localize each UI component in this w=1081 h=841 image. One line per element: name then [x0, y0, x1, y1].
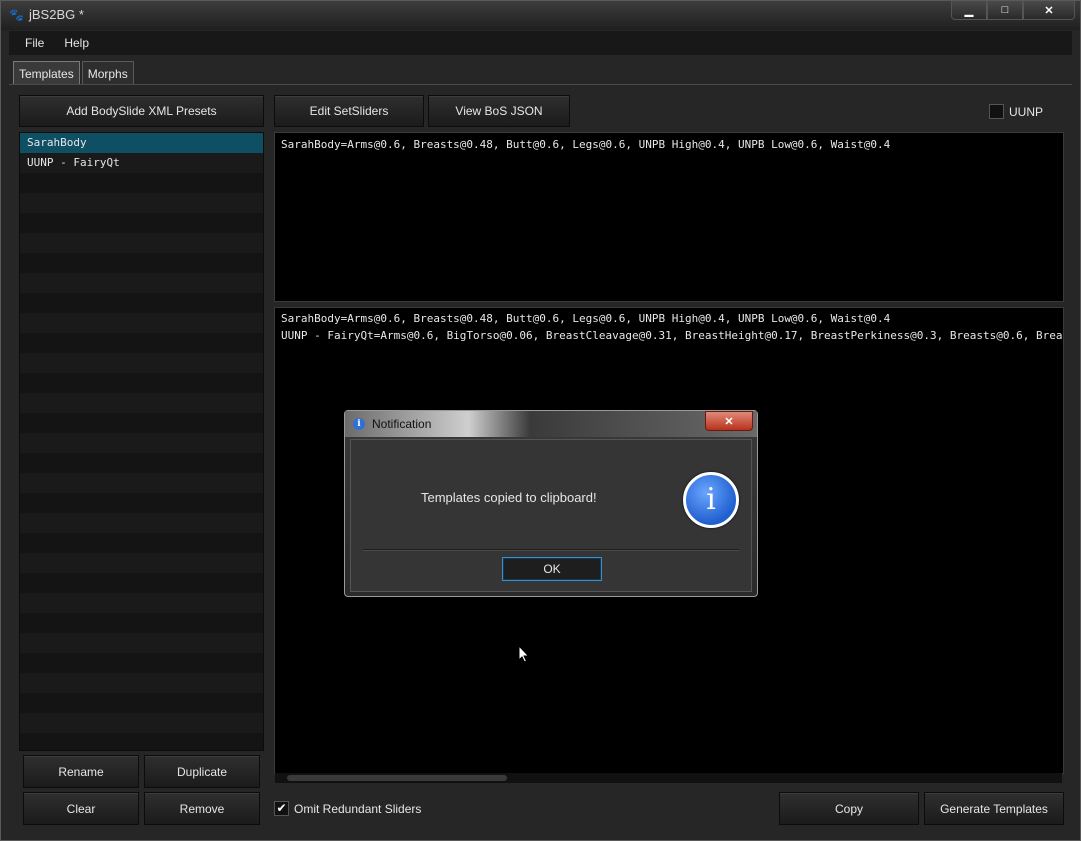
scrollbar-thumb[interactable] [287, 775, 507, 781]
list-empty-row [20, 333, 263, 353]
list-empty-row [20, 453, 263, 473]
list-empty-row [20, 353, 263, 373]
list-empty-row [20, 233, 263, 253]
list-empty-row [20, 313, 263, 333]
window-title: jBS2BG * [29, 7, 84, 22]
preset-list[interactable]: SarahBody UUNP - FairyQt [19, 132, 264, 751]
list-empty-row [20, 553, 263, 573]
list-empty-row [20, 293, 263, 313]
omit-redundant-label: Omit Redundant Sliders [294, 802, 422, 816]
list-empty-row [20, 173, 263, 193]
generate-templates-button[interactable]: Generate Templates [924, 792, 1064, 825]
list-empty-row [20, 733, 263, 750]
list-empty-row [20, 473, 263, 493]
list-empty-row [20, 653, 263, 673]
tab-divider [9, 84, 1072, 85]
list-empty-row [20, 193, 263, 213]
list-item[interactable]: UUNP - FairyQt [20, 153, 263, 173]
list-empty-row [20, 673, 263, 693]
list-empty-row [20, 573, 263, 593]
list-item[interactable]: SarahBody [20, 133, 263, 153]
list-empty-row [20, 213, 263, 233]
info-small-icon: i [353, 418, 365, 430]
ok-button[interactable]: OK [502, 557, 602, 581]
list-empty-row [20, 433, 263, 453]
app-paw-icon: 🐾 [9, 8, 24, 22]
output-line: SarahBody=Arms@0.6, Breasts@0.48, Butt@0… [281, 312, 891, 325]
menu-file[interactable]: File [9, 36, 52, 50]
list-empty-row [20, 713, 263, 733]
tab-morphs[interactable]: Morphs [81, 61, 134, 85]
preview-line: SarahBody=Arms@0.6, Breasts@0.48, Butt@0… [281, 138, 891, 151]
clear-button[interactable]: Clear [23, 792, 139, 825]
dialog-message: Templates copied to clipboard! [421, 490, 597, 505]
menu-help[interactable]: Help [52, 36, 97, 50]
list-empty-row [20, 513, 263, 533]
list-empty-row [20, 593, 263, 613]
close-button[interactable]: ✕ [1023, 1, 1075, 20]
list-empty-row [20, 393, 263, 413]
output-line: UUNP - FairyQt=Arms@0.6, BigTorso@0.06, … [281, 329, 1064, 342]
tab-templates[interactable]: Templates [13, 61, 80, 85]
tab-strip: Templates Morphs [13, 61, 136, 85]
dialog-title-bar[interactable]: i Notification ✕ [345, 411, 757, 437]
list-empty-row [20, 273, 263, 293]
omit-redundant-checkbox[interactable]: ✔ [274, 801, 289, 816]
list-empty-row [20, 493, 263, 513]
list-empty-row [20, 613, 263, 633]
list-empty-row [20, 373, 263, 393]
preset-preview-text[interactable]: SarahBody=Arms@0.6, Breasts@0.48, Butt@0… [274, 132, 1064, 302]
edit-setsliders-button[interactable]: Edit SetSliders [274, 95, 424, 127]
list-empty-row [20, 693, 263, 713]
uunp-label: UUNP [1009, 105, 1044, 119]
minimize-button[interactable]: ▁ [951, 1, 987, 20]
dialog-body: Templates copied to clipboard! i OK [350, 439, 752, 592]
menu-bar: File Help [9, 31, 1072, 55]
duplicate-button[interactable]: Duplicate [144, 755, 260, 788]
list-empty-row [20, 633, 263, 653]
list-empty-row [20, 253, 263, 273]
info-icon: i [683, 472, 739, 528]
remove-button[interactable]: Remove [144, 792, 260, 825]
maximize-button[interactable]: □ [987, 1, 1023, 20]
dialog-close-button[interactable]: ✕ [705, 411, 753, 431]
mouse-cursor-icon [518, 645, 530, 663]
list-empty-row [20, 413, 263, 433]
notification-dialog: i Notification ✕ Templates copied to cli… [344, 410, 758, 597]
rename-button[interactable]: Rename [23, 755, 139, 788]
title-bar[interactable]: 🐾 jBS2BG * ▁ □ ✕ [1, 1, 1080, 30]
add-bodyslide-presets-button[interactable]: Add BodySlide XML Presets [19, 95, 264, 127]
dialog-separator [363, 549, 739, 551]
view-bos-json-button[interactable]: View BoS JSON [428, 95, 570, 127]
list-empty-row [20, 533, 263, 553]
uunp-checkbox[interactable] [989, 104, 1004, 119]
dialog-title: Notification [372, 417, 432, 431]
horizontal-scrollbar[interactable] [275, 773, 1062, 783]
copy-button[interactable]: Copy [779, 792, 919, 825]
